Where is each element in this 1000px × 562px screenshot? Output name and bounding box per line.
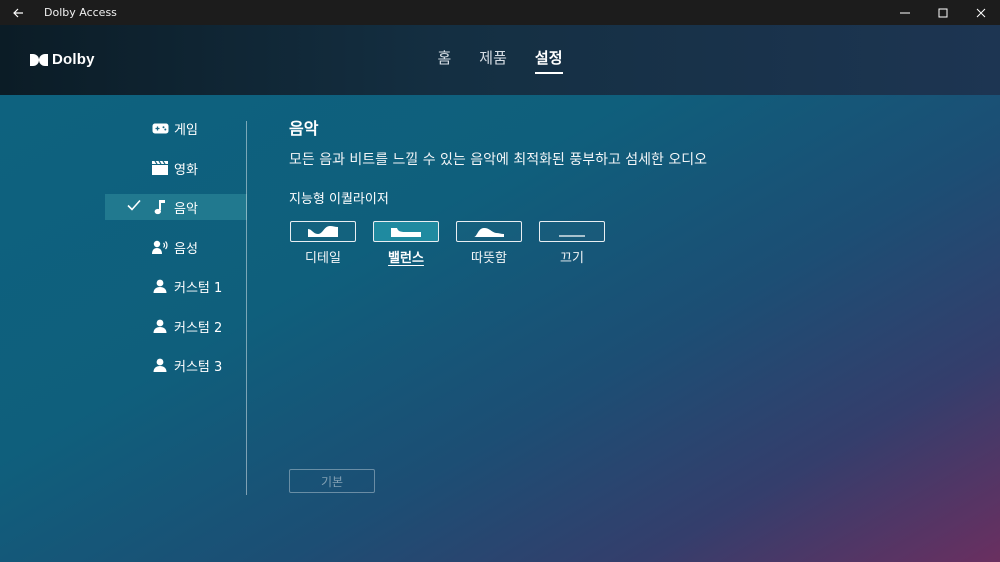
sidebar-item-label: 커스텀 3 [174,360,223,375]
title-bar: Dolby Access [0,0,1000,25]
preset-off[interactable]: 끄기 [538,221,606,266]
window-title: Dolby Access [44,6,117,19]
preset-detail[interactable]: 디테일 [289,221,357,266]
back-arrow-icon[interactable] [0,0,36,25]
reset-default-button[interactable]: 기본 [289,469,375,493]
close-button[interactable] [962,0,1000,25]
close-icon [976,8,986,17]
nav-settings[interactable]: 설정 [534,47,563,74]
eq-off-icon [559,235,585,237]
preset-warm-box[interactable] [456,221,522,242]
sidebar-item-voice[interactable]: 음성 [105,234,247,260]
eq-warm-icon [474,228,504,237]
music-note-icon [151,199,169,215]
preset-balanced-box[interactable] [373,221,439,242]
voice-icon [151,239,169,255]
preset-label: 디테일 [305,251,341,266]
preset-warm[interactable]: 따뜻함 [455,221,523,266]
preset-off-box[interactable] [539,221,605,242]
minimize-icon [900,12,910,13]
sidebar-item-label: 음악 [174,202,198,217]
app-header: Dolby 홈 제품 설정 [0,25,1000,95]
person-icon [151,318,169,334]
eq-balanced-icon [391,228,421,237]
top-navigation: 홈 제품 설정 [0,47,1000,74]
person-icon [151,357,169,373]
nav-products[interactable]: 제품 [479,47,507,74]
clapperboard-icon [151,160,169,176]
sidebar-item-custom-3[interactable]: 커스텀 3 [105,352,247,378]
sidebar-item-label: 커스텀 1 [174,281,223,296]
main-area: 게임 영화 음악 음성 커스텀 1 커스텀 2 커스텀 3 음악 모든 음과 비… [0,95,1000,562]
preset-label: 따뜻함 [471,251,507,266]
preset-detail-box[interactable] [290,221,356,242]
minimize-button[interactable] [886,0,924,25]
gamepad-icon [151,120,169,136]
sidebar-divider [246,121,247,495]
equalizer-title: 지능형 이퀄라이저 [289,192,389,207]
sidebar-item-music[interactable]: 음악 [105,194,247,220]
checkmark-icon [127,199,141,215]
sidebar-item-custom-2[interactable]: 커스텀 2 [105,313,247,339]
profile-content: 음악 모든 음과 비트를 느낄 수 있는 음악에 최적화된 풍부하고 섬세한 오… [289,115,979,266]
maximize-icon [938,8,948,17]
sidebar-item-game[interactable]: 게임 [105,115,247,141]
maximize-button[interactable] [924,0,962,25]
equalizer-presets: 디테일 밸런스 따뜻함 끄기 [289,221,979,266]
sidebar-item-custom-1[interactable]: 커스텀 1 [105,273,247,299]
profile-description: 모든 음과 비트를 느낄 수 있는 음악에 최적화된 풍부하고 섬세한 오디오 [289,152,708,168]
eq-detail-icon [308,226,338,237]
sidebar-item-label: 영화 [174,162,198,178]
sidebar-item-movie[interactable]: 영화 [105,155,247,181]
sidebar-item-label: 게임 [174,123,198,138]
profile-sidebar: 게임 영화 음악 음성 커스텀 1 커스텀 2 커스텀 3 [105,115,247,392]
person-icon [151,278,169,294]
nav-home[interactable]: 홈 [437,47,451,74]
sidebar-item-label: 음성 [174,241,198,257]
profile-title: 음악 [289,119,319,138]
preset-label: 끄기 [560,251,584,266]
sidebar-item-label: 커스텀 2 [174,320,223,336]
preset-label: 밸런스 [388,251,424,266]
preset-balanced[interactable]: 밸런스 [372,221,440,266]
